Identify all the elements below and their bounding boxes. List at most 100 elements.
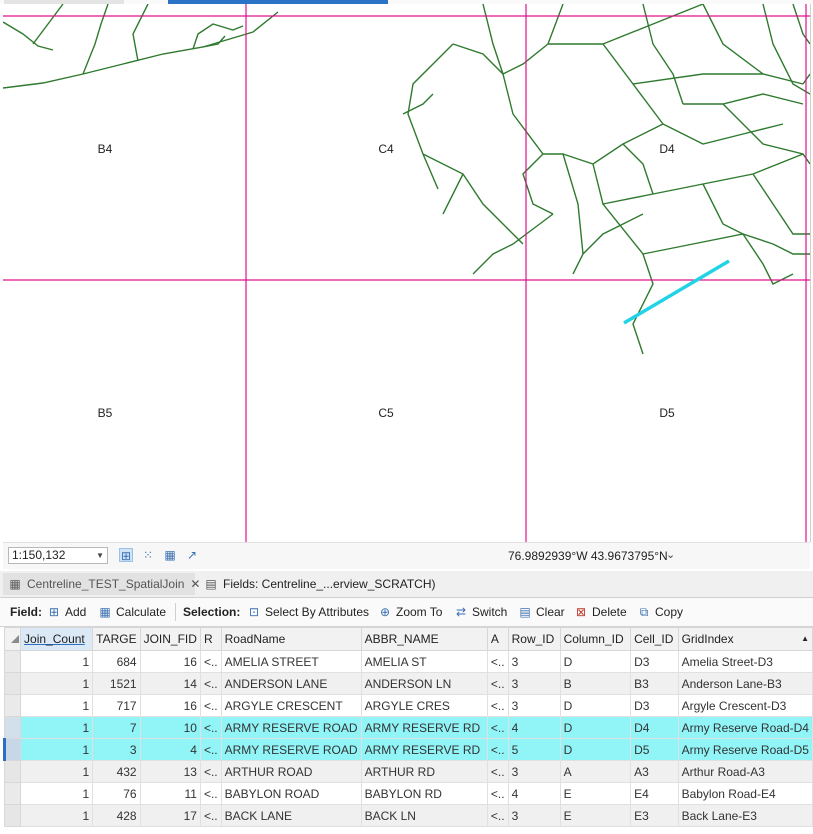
table-cell[interactable]: B3 xyxy=(630,672,679,695)
table-cell[interactable]: 16 xyxy=(139,650,201,673)
table-cell[interactable]: <.. xyxy=(486,804,509,827)
table-cell[interactable]: <.. xyxy=(199,804,222,827)
table-cell[interactable]: Arthur Road-A3 xyxy=(677,760,813,783)
table-cell[interactable]: <.. xyxy=(486,650,509,673)
table-cell[interactable]: 17 xyxy=(139,804,201,827)
select-by-attributes-button[interactable]: ⊡ Select By Attributes xyxy=(246,604,369,620)
grid-snap-icon[interactable]: ⊞ xyxy=(119,548,133,563)
table-row[interactable]: 1 432 13 <.. ARTHUR ROAD ARTHUR RD <.. 3 A A3 Arth… xyxy=(3,760,813,783)
table-cell[interactable]: 4 xyxy=(507,782,561,805)
row-selector[interactable] xyxy=(3,804,22,827)
table-cell[interactable]: <.. xyxy=(486,738,509,761)
table-cell[interactable]: 7 xyxy=(92,716,141,739)
row-selector[interactable] xyxy=(3,650,22,673)
table-cell[interactable]: D4 xyxy=(630,716,679,739)
table-row[interactable]: 1 76 11 <.. BABYLON ROAD BABYLON RD <.. 4 E E4 Bab… xyxy=(3,782,813,805)
table-cell[interactable]: A xyxy=(559,760,632,783)
table-cell[interactable]: D xyxy=(559,738,632,761)
table-cell[interactable]: ANDERSON LN xyxy=(360,672,488,695)
table-cell[interactable]: A3 xyxy=(630,760,679,783)
table-cell[interactable]: ARMY RESERVE ROAD xyxy=(220,716,362,739)
table-cell[interactable]: 1 xyxy=(20,760,94,783)
selected-road-segment[interactable] xyxy=(623,259,730,325)
north-arrow-icon[interactable]: ↗ xyxy=(185,548,199,562)
table-cell[interactable]: 1521 xyxy=(92,672,141,695)
table-cell[interactable]: BACK LN xyxy=(360,804,488,827)
table-cell[interactable]: ARTHUR RD xyxy=(360,760,488,783)
row-selector[interactable] xyxy=(3,782,22,805)
scale-selector[interactable]: 1:150,132 ▼ xyxy=(8,547,108,564)
clear-selection-button[interactable]: ▤ Clear xyxy=(517,604,564,620)
row-selector[interactable] xyxy=(3,716,22,739)
table-cell[interactable]: E3 xyxy=(630,804,679,827)
table-cell[interactable]: D3 xyxy=(630,650,679,673)
table-cell[interactable]: Army Reserve Road-D4 xyxy=(677,716,813,739)
table-cell[interactable]: 684 xyxy=(92,650,141,673)
table-cell[interactable]: 432 xyxy=(92,760,141,783)
table-cell[interactable]: 4 xyxy=(507,716,561,739)
column-header-abbr-name[interactable]: ABBR_NAME xyxy=(360,627,488,651)
column-header-join-fid[interactable]: JOIN_FID xyxy=(139,627,201,651)
table-row[interactable]: 1 1521 14 <.. ANDERSON LANE ANDERSON LN <.. 3 B B… xyxy=(3,672,813,695)
table-cell[interactable]: Army Reserve Road-D5 xyxy=(677,738,813,761)
table-cell[interactable]: <.. xyxy=(199,694,222,717)
tab-attribute-table[interactable]: ▦ Centreline_TEST_SpatialJoin ✕ xyxy=(3,573,200,595)
tab-fields[interactable]: ▤ Fields: Centreline_...erview_SCRATCH) xyxy=(199,573,439,595)
table-cell[interactable]: 3 xyxy=(507,694,561,717)
table-cell[interactable]: ANDERSON LANE xyxy=(220,672,362,695)
table-cell[interactable]: E4 xyxy=(630,782,679,805)
column-header-a[interactable]: A xyxy=(486,627,509,651)
table-row[interactable]: 1 3 4 <.. ARMY RESERVE ROAD ARMY RESERVE RD <.… xyxy=(2,738,813,761)
row-selector[interactable] xyxy=(3,672,22,695)
map-canvas[interactable] xyxy=(3,4,810,542)
table-cell[interactable]: 3 xyxy=(92,738,141,761)
column-header-roadname[interactable]: RoadName xyxy=(220,627,362,651)
delete-button[interactable]: ⊠ Delete xyxy=(573,604,627,620)
table-cell[interactable]: E xyxy=(559,804,632,827)
table-cell[interactable]: 14 xyxy=(139,672,201,695)
table-cell[interactable]: 4 xyxy=(139,738,201,761)
table-cell[interactable]: D xyxy=(559,694,632,717)
table-cell[interactable]: E xyxy=(559,782,632,805)
table-cell[interactable]: Argyle Crescent-D3 xyxy=(677,694,813,717)
table-cell[interactable]: Anderson Lane-B3 xyxy=(677,672,813,695)
table-row[interactable]: 1 717 16 <.. ARGYLE CRESCENT ARGYLE CRES <.. 3 D… xyxy=(3,694,813,717)
map-view[interactable]: B4 C4 D4 B5 C5 D5 xyxy=(3,4,811,542)
table-cell[interactable]: 1 xyxy=(20,694,94,717)
table-cell[interactable]: BABYLON ROAD xyxy=(220,782,362,805)
column-header-row-id[interactable]: Row_ID xyxy=(507,627,561,651)
table-cell[interactable]: 3 xyxy=(507,650,561,673)
table-cell[interactable]: AMELIA STREET xyxy=(220,650,362,673)
table-cell[interactable]: <.. xyxy=(486,782,509,805)
table-cell[interactable]: <.. xyxy=(486,760,509,783)
copy-button[interactable]: ⧉ Copy xyxy=(636,604,683,620)
table-cell[interactable]: <.. xyxy=(199,672,222,695)
table-cell[interactable]: D xyxy=(559,650,632,673)
select-all-corner[interactable] xyxy=(3,627,22,651)
table-cell[interactable]: ARGYLE CRESCENT xyxy=(220,694,362,717)
table-cell[interactable]: <.. xyxy=(486,672,509,695)
table-cell[interactable]: Back Lane-E3 xyxy=(677,804,813,827)
table-cell[interactable]: <.. xyxy=(486,694,509,717)
column-header-column-id[interactable]: Column_ID xyxy=(559,627,632,651)
table-cell[interactable]: 5 xyxy=(507,738,561,761)
table-cell[interactable]: 3 xyxy=(507,804,561,827)
row-selector[interactable] xyxy=(3,760,22,783)
zoom-to-button[interactable]: ⊕ Zoom To xyxy=(377,604,443,620)
table-cell[interactable]: 1 xyxy=(20,738,94,761)
table-cell[interactable]: 717 xyxy=(92,694,141,717)
add-field-button[interactable]: ⊞ Add xyxy=(46,604,86,620)
table-cell[interactable]: 13 xyxy=(139,760,201,783)
row-selector[interactable] xyxy=(3,694,22,717)
table-cell[interactable]: ARMY RESERVE ROAD xyxy=(220,738,362,761)
table-cell[interactable]: <.. xyxy=(486,716,509,739)
table-cell[interactable]: Amelia Street-D3 xyxy=(677,650,813,673)
table-cell[interactable]: BACK LANE xyxy=(220,804,362,827)
column-header-r[interactable]: R xyxy=(199,627,222,651)
table-cell[interactable]: 3 xyxy=(507,672,561,695)
table-cell[interactable]: 1 xyxy=(20,650,94,673)
calculate-field-button[interactable]: ▦ Calculate xyxy=(97,604,166,620)
chevron-down-icon[interactable]: ⌄ xyxy=(666,548,675,561)
table-cell[interactable]: <.. xyxy=(199,738,222,761)
table-cell[interactable]: BABYLON RD xyxy=(360,782,488,805)
